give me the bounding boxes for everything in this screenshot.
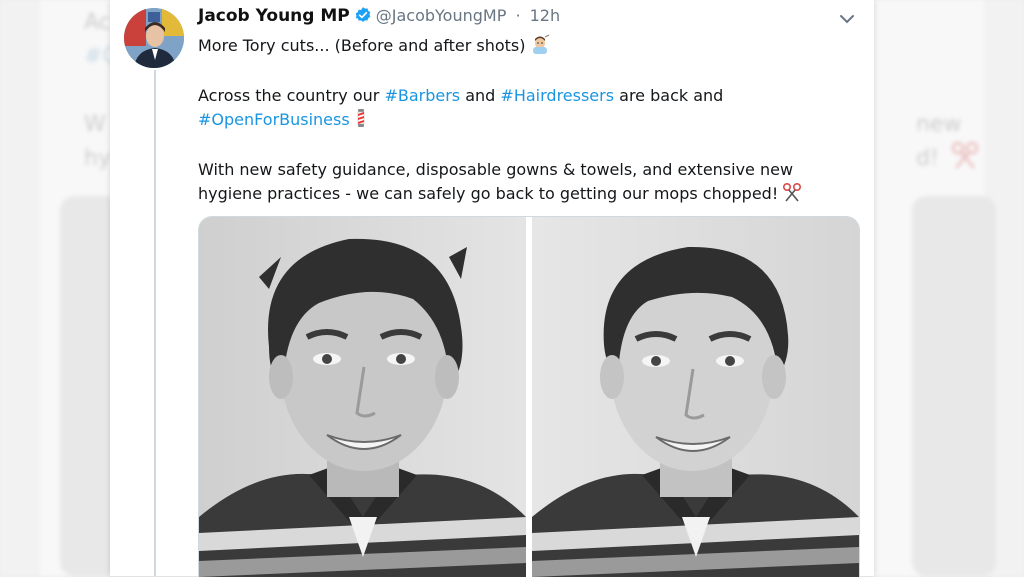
tweet-text-line-1: More Tory cuts... (Before and after shot… [198,34,550,61]
bg-scissors-icon [952,142,978,169]
after-photo[interactable] [532,217,859,577]
bg-text-fragment: Ac [84,10,111,35]
tweet-text: and [460,86,501,105]
before-photo[interactable] [199,217,526,577]
hashtag-link[interactable]: #Hairdressers [500,86,614,105]
verified-badge-icon [354,6,372,28]
bg-text-fragment: d! [916,146,939,171]
tweet-text: are back and [614,86,724,105]
hashtag-link[interactable]: #Barbers [384,86,460,105]
tweet-text-paragraph-2-line-1: Across the country our #Barbers and #Hai… [198,84,723,108]
tweet-text-paragraph-3-line-2: hygiene practices - we can safely go bac… [198,182,802,209]
tweet-text-paragraph-3-line-1: With new safety guidance, disposable gow… [198,160,794,179]
barber-pole-emoji-icon [354,108,368,135]
bg-image [912,196,996,576]
display-name[interactable]: Jacob Young MP [198,6,350,26]
separator-dot: · [515,6,521,25]
handle[interactable]: @JacobYoungMP [376,6,507,25]
tweet-header: Jacob Young MP @JacobYoungMP · 12h [198,6,560,32]
chevron-down-icon [840,15,854,24]
tweet-text: Across the country our [198,86,385,105]
avatar[interactable] [124,8,184,68]
more-options-button[interactable] [838,10,856,32]
man-getting-haircut-emoji-icon [530,34,550,61]
bg-text-fragment: W [84,112,106,137]
bg-text-fragment: hy [84,146,111,171]
tweet-text: More Tory cuts... (Before and after shot… [198,36,526,55]
tweet-media[interactable] [198,216,860,577]
scissors-emoji-icon [782,182,802,209]
bg-text-fragment: new [916,112,962,137]
timestamp[interactable]: 12h [530,6,561,25]
hashtag-link[interactable]: #OpenForBusiness [198,110,350,129]
tweet-text-paragraph-2-line-2: #OpenForBusiness [198,108,368,135]
tweet-text: hygiene practices - we can safely go bac… [198,184,779,203]
thread-line [154,70,156,576]
